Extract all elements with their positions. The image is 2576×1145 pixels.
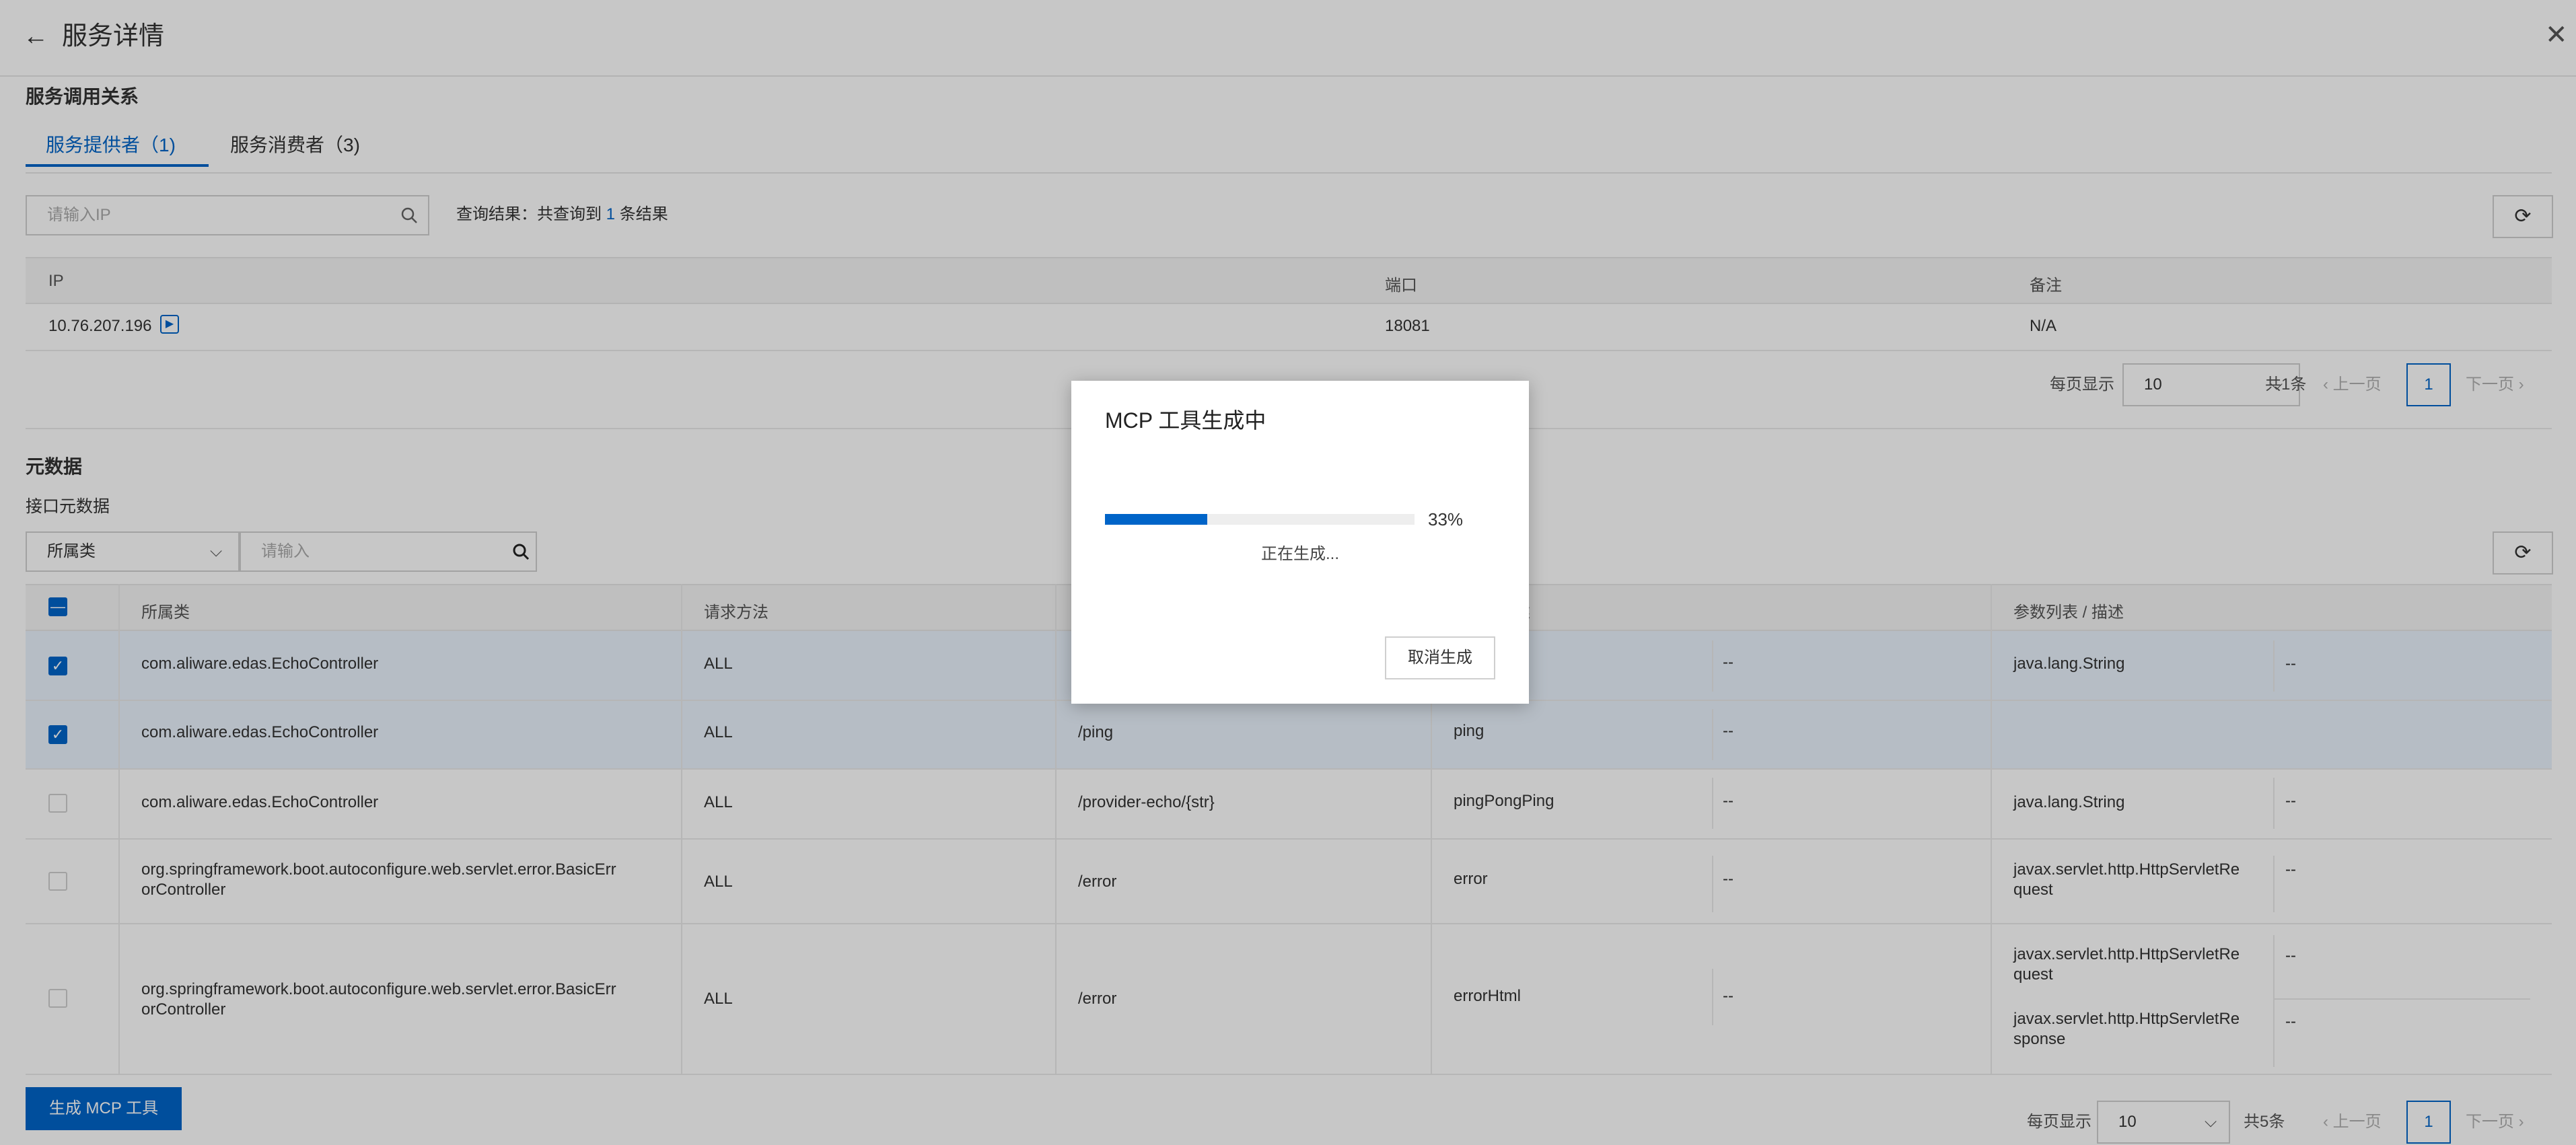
mcp-generation-dialog: MCP 工具生成中 33% 正在生成... 取消生成 <box>1071 381 1529 704</box>
progress-percent: 33% <box>1428 509 1464 529</box>
service-detail-page: ← 服务详情 ✕ 服务调用关系 服务提供者（1) 服务消费者（3) 请输入IP … <box>0 0 2576 1145</box>
dialog-title: MCP 工具生成中 <box>1105 408 1266 433</box>
progress-fill <box>1105 514 1207 525</box>
cancel-generation-button[interactable]: 取消生成 <box>1385 636 1495 679</box>
progress-bar <box>1105 514 1415 525</box>
progress-status: 正在生成... <box>1260 545 1339 563</box>
